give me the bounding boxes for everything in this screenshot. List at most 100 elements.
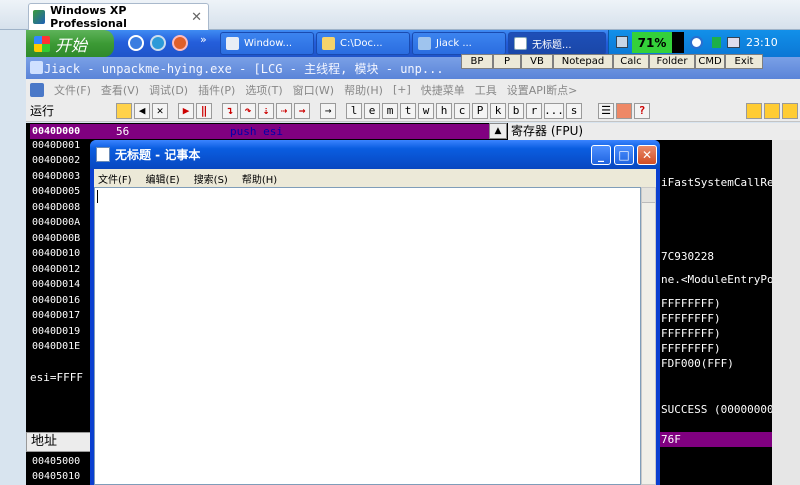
- close-program-icon[interactable]: ✕: [152, 102, 168, 119]
- goto-icon[interactable]: →: [320, 102, 336, 119]
- window-log-button[interactable]: l: [346, 102, 362, 119]
- pause-icon[interactable]: ‖: [196, 102, 212, 119]
- minimize-button[interactable]: _: [591, 145, 611, 165]
- step-into-icon[interactable]: ↴: [222, 102, 238, 119]
- window-windows-button[interactable]: w: [418, 102, 434, 119]
- window-threads-button[interactable]: t: [400, 102, 416, 119]
- menu-shortcut[interactable]: 快捷菜单: [421, 82, 465, 98]
- menu-options[interactable]: 选项(T): [245, 82, 282, 98]
- disasm-address[interactable]: 0040D012: [32, 262, 94, 277]
- window-memory-button[interactable]: m: [382, 102, 398, 119]
- quick-button-cmd[interactable]: CMD: [695, 54, 725, 69]
- menu-plus[interactable]: [+]: [393, 83, 411, 96]
- dump-pane[interactable]: 00405000 00405010: [26, 452, 96, 485]
- windows-flag-icon: [34, 35, 50, 52]
- close-button[interactable]: ✕: [637, 145, 657, 165]
- disasm-address[interactable]: 0040D01E: [32, 339, 94, 354]
- help-icon[interactable]: ?: [634, 102, 650, 119]
- window-modules-button[interactable]: e: [364, 102, 380, 119]
- quick-buttons: BP P VB Notepad Calc Folder CMD Exit: [461, 54, 763, 69]
- disasm-address[interactable]: 0040D016: [32, 293, 94, 308]
- network-icon[interactable]: [712, 37, 721, 48]
- window-cpu-button[interactable]: c: [454, 102, 470, 119]
- taskbar-button-window[interactable]: Window...: [220, 32, 314, 55]
- ie-icon[interactable]: [128, 35, 144, 51]
- quick-button-bp[interactable]: BP: [461, 54, 493, 69]
- host-tab[interactable]: Windows XP Professional ✕: [28, 3, 209, 30]
- disasm-address[interactable]: 0040D002: [32, 153, 94, 168]
- window-trace-button[interactable]: ...: [544, 102, 564, 119]
- scroll-up-icon[interactable]: ▲: [489, 123, 507, 139]
- notepad-menu-edit[interactable]: 编辑(E): [146, 171, 180, 186]
- trace-over-icon[interactable]: ⇢: [276, 102, 292, 119]
- menu-file[interactable]: 文件(F): [54, 82, 91, 98]
- options-icon[interactable]: [616, 102, 632, 119]
- menu-plugins[interactable]: 插件(P): [198, 82, 235, 98]
- open-icon[interactable]: [116, 102, 132, 119]
- disasm-address[interactable]: 0040D010: [32, 246, 94, 261]
- scroll-up-icon[interactable]: [642, 188, 655, 203]
- window-source-button[interactable]: s: [566, 102, 582, 119]
- disasm-address[interactable]: 0040D005: [32, 184, 94, 199]
- quick-button-notepad[interactable]: Notepad: [553, 54, 613, 69]
- menu-tools[interactable]: 工具: [475, 82, 497, 98]
- mdi-doc-icon[interactable]: [30, 82, 44, 97]
- close-icon[interactable]: ✕: [191, 10, 202, 25]
- monitor-icon[interactable]: [727, 37, 740, 48]
- firefox-icon[interactable]: [172, 35, 188, 51]
- window-stack-button[interactable]: k: [490, 102, 506, 119]
- list-icon[interactable]: ☰: [598, 102, 614, 119]
- back-arrow-icon[interactable]: [690, 36, 703, 49]
- window-handles-button[interactable]: h: [436, 102, 452, 119]
- notepad-scrollbar[interactable]: [641, 187, 656, 485]
- quick-button-exit[interactable]: Exit: [725, 54, 763, 69]
- disasm-address[interactable]: 0040D019: [32, 324, 94, 339]
- menu-debug[interactable]: 调试(D): [149, 82, 188, 98]
- taskbar-button-folder[interactable]: C:\Doc...: [316, 32, 410, 55]
- dump-address[interactable]: 00405000: [32, 454, 94, 469]
- window-patches-button[interactable]: P: [472, 102, 488, 119]
- step-over-icon[interactable]: ↷: [240, 102, 256, 119]
- disasm-address[interactable]: 0040D00B: [32, 231, 94, 246]
- plugin-icon-3[interactable]: [782, 102, 798, 119]
- window-breakpoints-button[interactable]: b: [508, 102, 524, 119]
- notepad-title-bar[interactable]: 无标题 - 记事本: [90, 140, 660, 169]
- plugin-icon-2[interactable]: [764, 102, 780, 119]
- rewind-icon[interactable]: ◀: [134, 102, 150, 119]
- menu-api-breakpoint[interactable]: 设置API断点>: [507, 82, 578, 98]
- disasm-address[interactable]: 0040D017: [32, 308, 94, 323]
- keyboard-icon[interactable]: [616, 36, 628, 48]
- window-references-button[interactable]: r: [526, 102, 542, 119]
- menu-view[interactable]: 查看(V): [101, 82, 139, 98]
- trace-into-icon[interactable]: ⇣: [258, 102, 274, 119]
- quicklaunch-chevron-icon[interactable]: »: [200, 33, 207, 46]
- disasm-address[interactable]: 0040D003: [32, 169, 94, 184]
- quick-button-folder[interactable]: Folder: [649, 54, 695, 69]
- disasm-address[interactable]: 0040D008: [32, 200, 94, 215]
- quick-button-p[interactable]: P: [493, 54, 521, 69]
- maximize-button[interactable]: □: [614, 145, 634, 165]
- menu-window[interactable]: 窗口(W): [293, 82, 334, 98]
- disasm-address[interactable]: 0040D001: [32, 138, 94, 153]
- xp-logo-icon: [33, 10, 46, 24]
- notepad-text-area[interactable]: [94, 187, 641, 485]
- disasm-address[interactable]: 0040D014: [32, 277, 94, 292]
- outer-scrollbar[interactable]: [772, 140, 800, 485]
- execute-till-return-icon[interactable]: →: [294, 102, 310, 119]
- host-tab-title: Windows XP Professional: [50, 4, 127, 30]
- disasm-address[interactable]: 0040D00A: [32, 215, 94, 230]
- taskbar-button-notepad[interactable]: 无标题...: [508, 32, 606, 55]
- run-icon[interactable]: ▶: [178, 102, 194, 119]
- menu-help[interactable]: 帮助(H): [344, 82, 383, 98]
- start-button[interactable]: 开始: [26, 30, 114, 57]
- plugin-icon-1[interactable]: [746, 102, 762, 119]
- dump-address[interactable]: 00405010: [32, 469, 94, 484]
- notepad-menu-help[interactable]: 帮助(H): [242, 171, 277, 186]
- media-player-icon[interactable]: [150, 35, 166, 51]
- disasm-selected-row[interactable]: 0040D000 56 push esi: [30, 124, 490, 139]
- quick-button-vb[interactable]: VB: [521, 54, 553, 69]
- taskbar-button-jiack[interactable]: Jiack ...: [412, 32, 506, 55]
- notepad-menu-search[interactable]: 搜索(S): [194, 171, 228, 186]
- quick-button-calc[interactable]: Calc: [613, 54, 649, 69]
- notepad-menu-file[interactable]: 文件(F): [98, 171, 132, 186]
